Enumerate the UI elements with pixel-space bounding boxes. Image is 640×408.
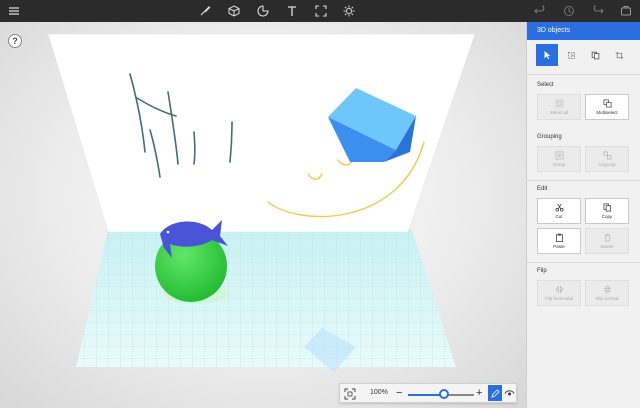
tab-rotate[interactable] xyxy=(560,44,582,66)
view-mode-icon[interactable] xyxy=(503,386,516,400)
section-title-select: Select xyxy=(537,82,554,88)
flip-vertical-button[interactable]: Flip vertical xyxy=(585,280,629,306)
fit-view-icon[interactable] xyxy=(343,387,357,401)
group-icon xyxy=(555,151,563,160)
hamburger-icon[interactable] xyxy=(6,3,22,19)
rotate-icon xyxy=(567,51,575,59)
multiselect-icon xyxy=(603,99,611,108)
select-all-icon xyxy=(555,99,563,108)
zoom-out-button[interactable]: − xyxy=(396,386,402,400)
tab-select[interactable] xyxy=(536,44,558,66)
divider xyxy=(527,74,640,75)
divider xyxy=(527,180,640,181)
cube-icon[interactable] xyxy=(226,3,242,19)
zoom-in-button[interactable]: + xyxy=(476,386,482,400)
select-all-button[interactable]: Select all xyxy=(537,94,581,120)
paste-icon xyxy=(555,233,563,242)
pen-mode-icon[interactable] xyxy=(488,385,502,401)
panel-title: 3D objects xyxy=(527,22,640,40)
text-icon[interactable] xyxy=(284,3,300,19)
section-title-edit: Edit xyxy=(537,186,548,192)
redo-icon[interactable] xyxy=(590,3,606,19)
tab-copy[interactable] xyxy=(584,44,606,66)
scene-view[interactable] xyxy=(0,22,526,408)
scissors-icon xyxy=(555,203,563,212)
flip-horizontal-button[interactable]: Flip horizontal xyxy=(537,280,581,306)
3d-canvas[interactable]: ? 100% − + xyxy=(0,22,526,408)
flip-horizontal-icon xyxy=(554,285,564,294)
flip-vertical-icon xyxy=(603,285,611,294)
copy-button[interactable]: Copy xyxy=(585,198,629,224)
delete-button[interactable]: Delete xyxy=(585,228,629,254)
multiselect-button[interactable]: Multiselect xyxy=(585,94,629,120)
remix-icon[interactable] xyxy=(618,3,634,19)
help-button[interactable]: ? xyxy=(8,34,22,48)
top-toolbar xyxy=(0,0,640,22)
ungroup-icon xyxy=(603,151,611,160)
section-title-grouping: Grouping xyxy=(537,134,562,140)
section-title-flip: Flip xyxy=(537,268,547,274)
ungroup-button[interactable]: Ungroup xyxy=(585,146,629,172)
zoom-slider-thumb[interactable] xyxy=(439,389,450,399)
copy-icon xyxy=(603,203,611,212)
history-icon[interactable] xyxy=(561,3,577,19)
sticker-icon[interactable] xyxy=(255,3,271,19)
undo-icon[interactable] xyxy=(532,3,548,19)
paste-button[interactable]: Paste xyxy=(537,228,581,254)
crop-icon xyxy=(615,51,623,59)
brush-icon[interactable] xyxy=(197,3,213,19)
cut-button[interactable]: Cut xyxy=(537,198,581,224)
group-button[interactable]: Group xyxy=(537,146,581,172)
divider xyxy=(527,262,640,263)
select-icon xyxy=(544,50,551,60)
zoom-bar: 100% − + xyxy=(339,383,517,403)
copy-tab-icon xyxy=(591,51,599,59)
tab-crop[interactable] xyxy=(608,44,630,66)
zoom-percent: 100% xyxy=(370,389,388,396)
side-panel: 3D objects Select Select all Multiselect… xyxy=(526,22,640,408)
effects-icon[interactable] xyxy=(341,3,357,19)
trash-icon xyxy=(604,233,610,242)
canvas-icon[interactable] xyxy=(313,3,329,19)
